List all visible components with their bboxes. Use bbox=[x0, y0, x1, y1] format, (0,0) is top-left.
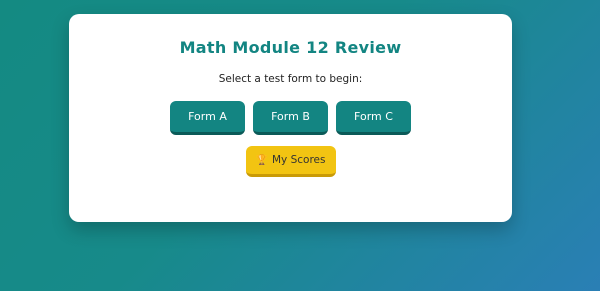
my-scores-button[interactable]: 🏆 My Scores bbox=[245, 146, 336, 177]
form-b-button[interactable]: Form B bbox=[253, 101, 328, 135]
page-subtitle: Select a test form to begin: bbox=[218, 73, 363, 85]
my-scores-label: My Scores bbox=[271, 154, 326, 166]
trophy-icon: 🏆 bbox=[255, 154, 268, 166]
review-card: Math Module 12 Review Select a test form… bbox=[69, 14, 512, 222]
form-button-group: Form A Form B Form C bbox=[69, 101, 512, 135]
page-title: Math Module 12 Review bbox=[179, 38, 402, 57]
form-a-button[interactable]: Form A bbox=[170, 101, 245, 135]
scores-row: 🏆 My Scores bbox=[69, 146, 512, 177]
form-c-button[interactable]: Form C bbox=[336, 101, 411, 135]
